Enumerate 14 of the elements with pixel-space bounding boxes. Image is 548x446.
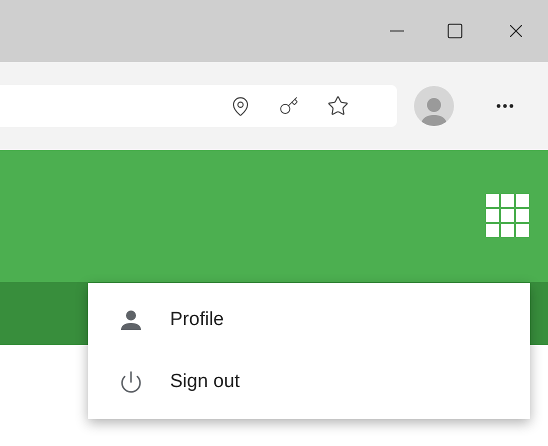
- menu-item[interactable]: Profile: [88, 289, 530, 351]
- location-icon[interactable]: [230, 96, 251, 116]
- menu-item[interactable]: Sign out: [88, 351, 530, 413]
- apps-grid-icon[interactable]: [486, 194, 530, 238]
- address-field[interactable]: [0, 85, 397, 127]
- maximize-icon: [446, 22, 464, 40]
- menu-item-label: Profile: [170, 308, 224, 332]
- add-favorite-icon[interactable]: [327, 95, 349, 117]
- minimize-icon: [390, 30, 404, 32]
- avatar-button[interactable]: [414, 86, 454, 126]
- power-icon: [119, 370, 143, 394]
- person-icon: [120, 310, 142, 330]
- key-icon[interactable]: [279, 96, 299, 116]
- menu-item-label: Sign out: [170, 370, 240, 394]
